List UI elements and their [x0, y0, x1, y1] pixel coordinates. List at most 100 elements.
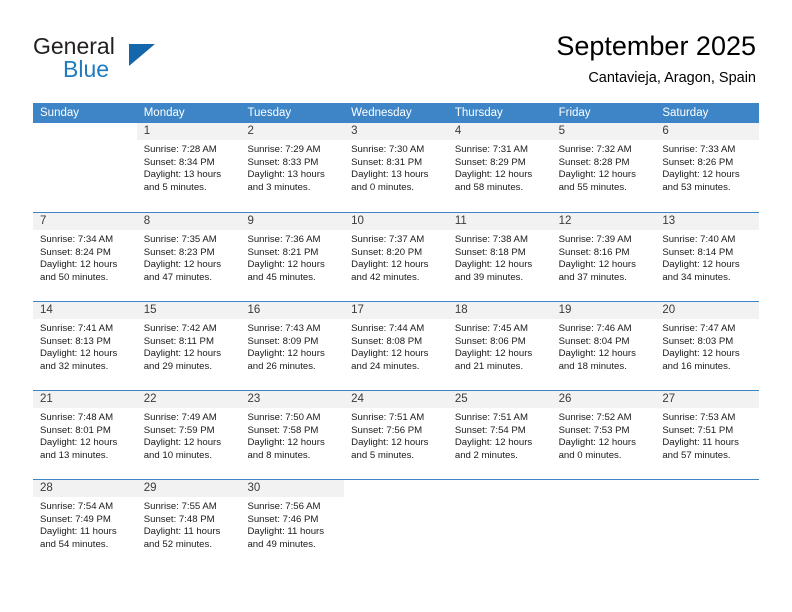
- daylight-text: Daylight: 12 hours and 39 minutes.: [454, 259, 533, 283]
- day-cell[interactable]: 5 Sunrise: 7:32 AM Sunset: 8:28 PM Daylight…: [551, 123, 656, 212]
- day-number: 2: [240, 123, 345, 140]
- day-cell[interactable]: 19 Sunrise: 7:46 AM Sunset: 8:04 PM Dayligh…: [551, 302, 656, 390]
- sunset-text: Sunset: 8:14 PM: [662, 246, 734, 258]
- general-blue-logo[interactable]: General Blue: [33, 33, 193, 83]
- sunset-text: Sunset: 7:56 PM: [351, 424, 423, 436]
- sunrise-text: Sunrise: 7:32 AM: [558, 144, 632, 155]
- day-cell[interactable]: 26 Sunrise: 7:52 AM Sunset: 7:53 PM Dayligh…: [551, 391, 656, 479]
- logo-triangle-icon: [129, 44, 155, 66]
- day-cell[interactable]: 16 Sunrise: 7:43 AM Sunset: 8:09 PM Dayligh…: [240, 302, 345, 390]
- day-number: [552, 480, 656, 497]
- sunset-text: Sunset: 8:11 PM: [143, 335, 214, 347]
- day-details: Sunrise: 7:28 AM Sunset: 8:34 PM Daylight:…: [137, 140, 241, 194]
- sunset-text: Sunset: 7:54 PM: [454, 424, 526, 436]
- day-details: Sunrise: 7:46 AM Sunset: 8:04 PM Daylight:…: [552, 319, 656, 373]
- weekday-header-wednesday: Wednesday: [351, 107, 412, 119]
- day-cell[interactable]: 27 Sunrise: 7:53 AM Sunset: 7:51 PM Dayligh…: [655, 391, 760, 479]
- day-cell[interactable]: 12 Sunrise: 7:39 AM Sunset: 8:16 PM Dayligh…: [551, 213, 656, 301]
- calendar-week-row: 1 Sunrise: 7:28 AM Sunset: 8:34 PM Daylight…: [33, 123, 760, 212]
- day-cell[interactable]: 1 Sunrise: 7:28 AM Sunset: 8:34 PM Daylight…: [136, 123, 241, 212]
- daylight-text: Daylight: 12 hours and 2 minutes.: [454, 437, 533, 461]
- day-number: [448, 480, 552, 497]
- day-cell[interactable]: 6 Sunrise: 7:33 AM Sunset: 8:26 PM Daylight…: [655, 123, 760, 212]
- day-details: Sunrise: 7:30 AM Sunset: 8:31 PM Daylight:…: [344, 140, 448, 194]
- sunset-text: Sunset: 7:49 PM: [40, 513, 111, 525]
- sunrise-text: Sunrise: 7:41 AM: [40, 323, 114, 334]
- sunset-text: Sunset: 8:01 PM: [40, 424, 111, 436]
- sunset-text: Sunset: 7:59 PM: [143, 424, 215, 436]
- day-cell[interactable]: 20 Sunrise: 7:47 AM Sunset: 8:03 PM Dayligh…: [655, 302, 760, 390]
- day-number: 22: [136, 391, 241, 408]
- sunrise-text: Sunrise: 7:46 AM: [558, 323, 632, 334]
- day-cell[interactable]: 10 Sunrise: 7:37 AM Sunset: 8:20 PM Dayligh…: [344, 213, 448, 301]
- day-number: 6: [655, 123, 760, 140]
- day-cell[interactable]: 22 Sunrise: 7:49 AM Sunset: 7:59 PM Dayligh…: [136, 391, 241, 479]
- page-subtitle: Cantavieja, Aragon, Spain: [588, 70, 756, 86]
- day-cell-empty: [448, 480, 552, 568]
- sunset-text: Sunset: 8:29 PM: [454, 156, 526, 168]
- sunrise-text: Sunrise: 7:38 AM: [454, 234, 528, 245]
- day-number: 4: [447, 123, 552, 140]
- day-details: Sunrise: 7:53 AM Sunset: 7:51 PM Daylight:…: [655, 408, 759, 462]
- day-cell[interactable]: 11 Sunrise: 7:38 AM Sunset: 8:18 PM Dayligh…: [447, 213, 552, 301]
- sunrise-text: Sunrise: 7:30 AM: [351, 144, 425, 155]
- sunrise-text: Sunrise: 7:54 AM: [40, 501, 114, 512]
- day-cell[interactable]: 14 Sunrise: 7:41 AM Sunset: 8:13 PM Dayligh…: [33, 302, 137, 390]
- day-cell[interactable]: 9 Sunrise: 7:36 AM Sunset: 8:21 PM Daylight…: [240, 213, 345, 301]
- sunset-text: Sunset: 8:20 PM: [351, 246, 423, 258]
- day-number: 27: [655, 391, 760, 408]
- day-cell[interactable]: 7 Sunrise: 7:34 AM Sunset: 8:24 PM Daylight…: [33, 213, 137, 301]
- day-details: Sunrise: 7:55 AM Sunset: 7:48 PM Daylight:…: [137, 497, 241, 551]
- day-cell[interactable]: 18 Sunrise: 7:45 AM Sunset: 8:06 PM Dayligh…: [447, 302, 552, 390]
- day-cell[interactable]: 24 Sunrise: 7:51 AM Sunset: 7:56 PM Dayligh…: [344, 391, 448, 479]
- calendar-week-row: 14 Sunrise: 7:41 AM Sunset: 8:13 PM Dayligh…: [33, 301, 760, 390]
- sunset-text: Sunset: 8:03 PM: [662, 335, 734, 347]
- sunset-text: Sunset: 7:48 PM: [143, 513, 215, 525]
- sunrise-text: Sunrise: 7:43 AM: [247, 323, 321, 334]
- day-cell[interactable]: 30 Sunrise: 7:56 AM Sunset: 7:46 PM Dayligh…: [240, 480, 345, 568]
- day-cell[interactable]: 15 Sunrise: 7:42 AM Sunset: 8:11 PM Dayligh…: [136, 302, 241, 390]
- day-cell[interactable]: 13 Sunrise: 7:40 AM Sunset: 8:14 PM Dayligh…: [655, 213, 760, 301]
- calendar-page: General Blue September 2025 Cantavieja, …: [0, 0, 792, 612]
- daylight-text: Daylight: 13 hours and 0 minutes.: [351, 169, 429, 193]
- day-details: Sunrise: 7:31 AM Sunset: 8:29 PM Daylight:…: [448, 140, 552, 194]
- calendar-weeks: 1 Sunrise: 7:28 AM Sunset: 8:34 PM Daylight…: [33, 123, 760, 568]
- daylight-text: Daylight: 12 hours and 37 minutes.: [558, 259, 636, 283]
- day-details: Sunrise: 7:51 AM Sunset: 7:56 PM Daylight:…: [344, 408, 448, 462]
- day-cell[interactable]: 17 Sunrise: 7:44 AM Sunset: 8:08 PM Dayligh…: [344, 302, 448, 390]
- day-cell[interactable]: 8 Sunrise: 7:35 AM Sunset: 8:23 PM Daylight…: [136, 213, 241, 301]
- day-cell[interactable]: 4 Sunrise: 7:31 AM Sunset: 8:29 PM Daylight…: [447, 123, 552, 212]
- daylight-text: Daylight: 12 hours and 42 minutes.: [351, 259, 429, 283]
- sunrise-text: Sunrise: 7:48 AM: [40, 412, 114, 423]
- sunset-text: Sunset: 8:28 PM: [558, 156, 630, 168]
- day-cell[interactable]: 29 Sunrise: 7:55 AM Sunset: 7:48 PM Dayligh…: [136, 480, 241, 568]
- day-number: 8: [136, 213, 241, 230]
- sunrise-text: Sunrise: 7:52 AM: [558, 412, 632, 423]
- weekday-header-thursday: Thursday: [454, 107, 503, 119]
- day-number: 25: [447, 391, 552, 408]
- sunrise-text: Sunrise: 7:55 AM: [143, 501, 217, 512]
- day-number: [655, 480, 759, 497]
- day-cell[interactable]: 23 Sunrise: 7:50 AM Sunset: 7:58 PM Dayligh…: [240, 391, 345, 479]
- daylight-text: Daylight: 12 hours and 13 minutes.: [40, 437, 118, 461]
- day-details: Sunrise: 7:40 AM Sunset: 8:14 PM Daylight:…: [655, 230, 759, 284]
- day-cell[interactable]: 28 Sunrise: 7:54 AM Sunset: 7:49 PM Dayligh…: [33, 480, 137, 568]
- day-cell[interactable]: 3 Sunrise: 7:30 AM Sunset: 8:31 PM Daylight…: [344, 123, 448, 212]
- day-number: 30: [240, 480, 345, 497]
- day-number: 17: [344, 302, 448, 319]
- sunset-text: Sunset: 8:31 PM: [351, 156, 423, 168]
- daylight-text: Daylight: 12 hours and 34 minutes.: [662, 259, 740, 283]
- daylight-text: Daylight: 13 hours and 5 minutes.: [143, 169, 222, 193]
- daylight-text: Daylight: 12 hours and 55 minutes.: [558, 169, 636, 193]
- daylight-text: Daylight: 11 hours and 52 minutes.: [143, 526, 221, 550]
- day-number: 16: [240, 302, 345, 319]
- sunrise-text: Sunrise: 7:35 AM: [143, 234, 217, 245]
- day-cell[interactable]: 25 Sunrise: 7:51 AM Sunset: 7:54 PM Dayligh…: [447, 391, 552, 479]
- day-number: 3: [344, 123, 448, 140]
- day-details: Sunrise: 7:38 AM Sunset: 8:18 PM Daylight:…: [448, 230, 552, 284]
- weekday-header-friday: Friday: [558, 107, 591, 119]
- day-cell[interactable]: 21 Sunrise: 7:48 AM Sunset: 8:01 PM Dayligh…: [33, 391, 137, 479]
- sunrise-text: Sunrise: 7:31 AM: [454, 144, 528, 155]
- day-cell[interactable]: 2 Sunrise: 7:29 AM Sunset: 8:33 PM Daylight…: [240, 123, 345, 212]
- daylight-text: Daylight: 11 hours and 54 minutes.: [40, 526, 117, 550]
